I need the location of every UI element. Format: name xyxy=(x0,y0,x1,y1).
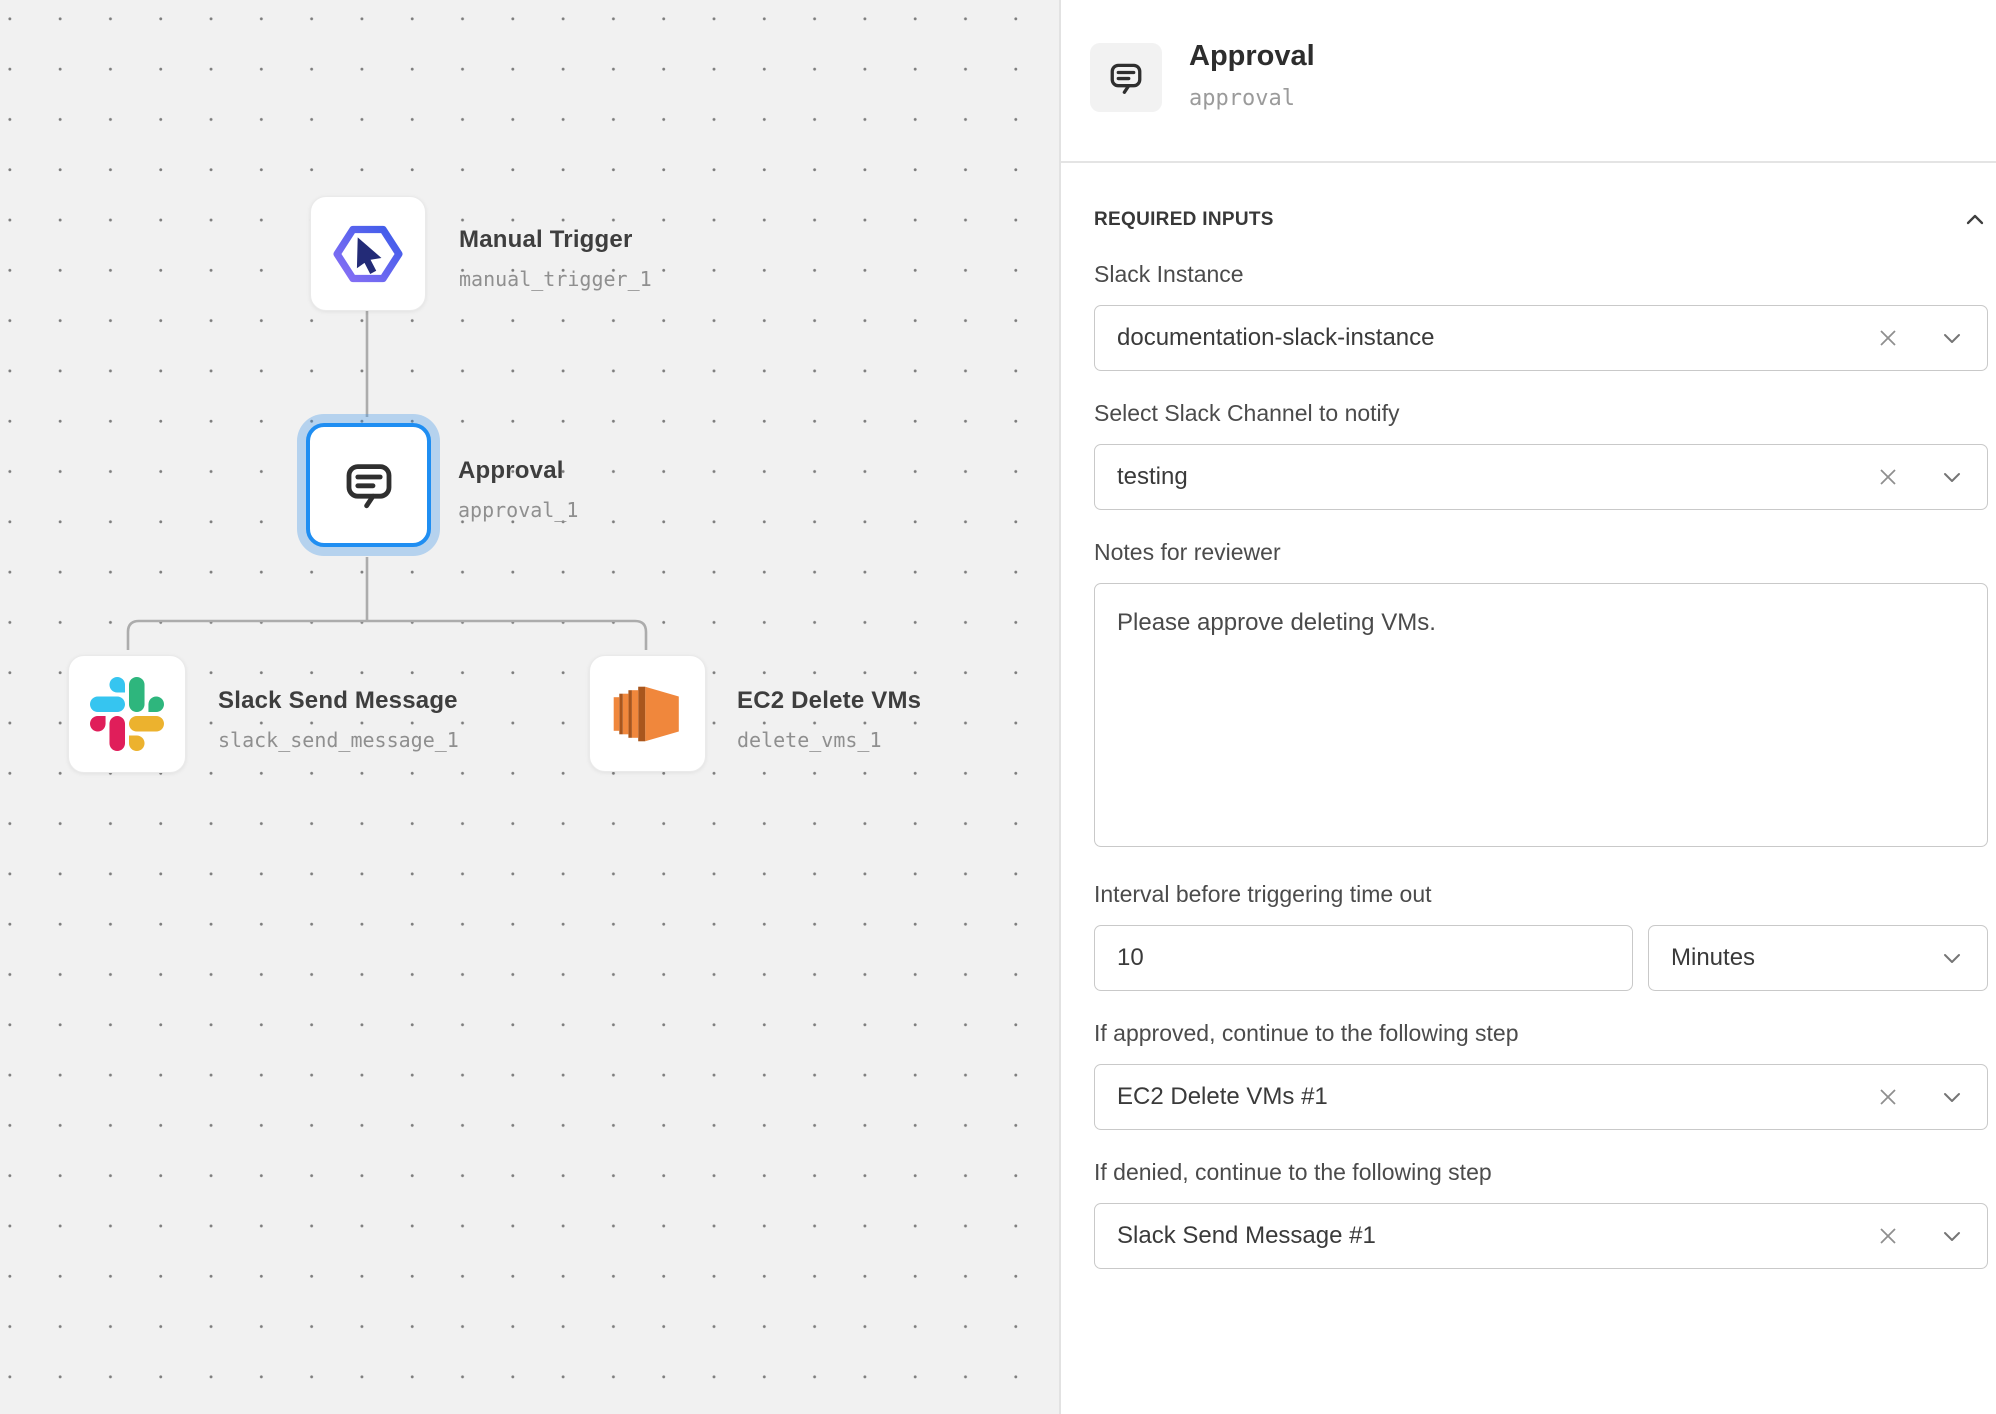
node-ec2-delete-vms[interactable] xyxy=(589,655,706,772)
notes-label: Notes for reviewer xyxy=(1094,539,1988,565)
clear-x-icon[interactable] xyxy=(1871,1080,1905,1114)
denied-step-value: Slack Send Message #1 xyxy=(1095,1222,1871,1250)
chevron-up-icon[interactable] xyxy=(1962,208,1988,232)
chevron-down-icon[interactable] xyxy=(1935,1080,1969,1114)
chevron-down-icon[interactable] xyxy=(1935,1219,1969,1253)
approval-chat-bubble-icon xyxy=(1090,43,1162,112)
notes-textarea[interactable]: Please approve deleting VMs. xyxy=(1094,583,1988,847)
panel-header: Approval approval xyxy=(1061,0,1996,161)
interval-unit-value: Minutes xyxy=(1649,944,1935,972)
node-title: Slack Send Message xyxy=(218,687,459,714)
slack-instance-value: documentation-slack-instance xyxy=(1095,324,1871,352)
manual-trigger-hexagon-cursor-icon xyxy=(330,216,406,292)
node-id: slack_send_message_1 xyxy=(218,729,459,752)
workflow-builder-app: Manual Trigger manual_trigger_1 Approval… xyxy=(0,0,1996,1414)
approval-chat-bubble-icon xyxy=(337,453,401,517)
node-id: manual_trigger_1 xyxy=(459,268,652,291)
panel-title: Approval xyxy=(1189,40,1315,73)
slack-channel-label: Select Slack Channel to notify xyxy=(1094,400,1988,426)
approved-step-label: If approved, continue to the following s… xyxy=(1094,1020,1988,1046)
node-approval[interactable] xyxy=(306,423,431,547)
clear-x-icon[interactable] xyxy=(1871,1219,1905,1253)
slack-channel-select[interactable]: testing xyxy=(1094,444,1988,510)
required-inputs-section-header: REQUIRED INPUTS xyxy=(1094,208,1988,232)
workflow-canvas[interactable]: Manual Trigger manual_trigger_1 Approval… xyxy=(0,0,1059,1414)
node-id: delete_vms_1 xyxy=(737,729,921,752)
clear-x-icon[interactable] xyxy=(1871,321,1905,355)
slack-instance-label: Slack Instance xyxy=(1094,261,1988,287)
interval-label: Interval before triggering time out xyxy=(1094,881,1988,907)
interval-unit-select[interactable]: Minutes xyxy=(1648,925,1988,991)
panel-body: REQUIRED INPUTS Slack Instance documenta… xyxy=(1094,162,1988,1269)
aws-ec2-icon xyxy=(606,672,690,756)
approved-step-value: EC2 Delete VMs #1 xyxy=(1095,1083,1871,1111)
node-id: approval_1 xyxy=(458,499,578,522)
slack-channel-value: testing xyxy=(1095,463,1871,491)
node-title: Approval xyxy=(458,457,578,484)
approved-step-select[interactable]: EC2 Delete VMs #1 xyxy=(1094,1064,1988,1130)
node-label-approval: Approval approval_1 xyxy=(458,457,578,522)
interval-value-input[interactable] xyxy=(1094,925,1633,991)
node-label-ec2-delete-vms: EC2 Delete VMs delete_vms_1 xyxy=(737,687,921,752)
step-config-panel: Approval approval REQUIRED INPUTS Slack … xyxy=(1059,0,1996,1414)
slack-instance-select[interactable]: documentation-slack-instance xyxy=(1094,305,1988,371)
clear-x-icon[interactable] xyxy=(1871,460,1905,494)
node-manual-trigger[interactable] xyxy=(310,196,426,311)
section-title: REQUIRED INPUTS xyxy=(1094,209,1274,231)
slack-logo-icon xyxy=(90,677,164,751)
node-title: Manual Trigger xyxy=(459,226,652,253)
node-slack-send-message[interactable] xyxy=(68,655,186,773)
panel-subtitle: approval xyxy=(1189,86,1295,111)
node-label-manual-trigger: Manual Trigger manual_trigger_1 xyxy=(459,226,652,291)
chevron-down-icon[interactable] xyxy=(1935,941,1969,975)
node-title: EC2 Delete VMs xyxy=(737,687,921,714)
interval-row: Minutes xyxy=(1094,925,1988,991)
chevron-down-icon[interactable] xyxy=(1935,321,1969,355)
denied-step-select[interactable]: Slack Send Message #1 xyxy=(1094,1203,1988,1269)
node-label-slack-send-message: Slack Send Message slack_send_message_1 xyxy=(218,687,459,752)
chevron-down-icon[interactable] xyxy=(1935,460,1969,494)
denied-step-label: If denied, continue to the following ste… xyxy=(1094,1159,1988,1185)
